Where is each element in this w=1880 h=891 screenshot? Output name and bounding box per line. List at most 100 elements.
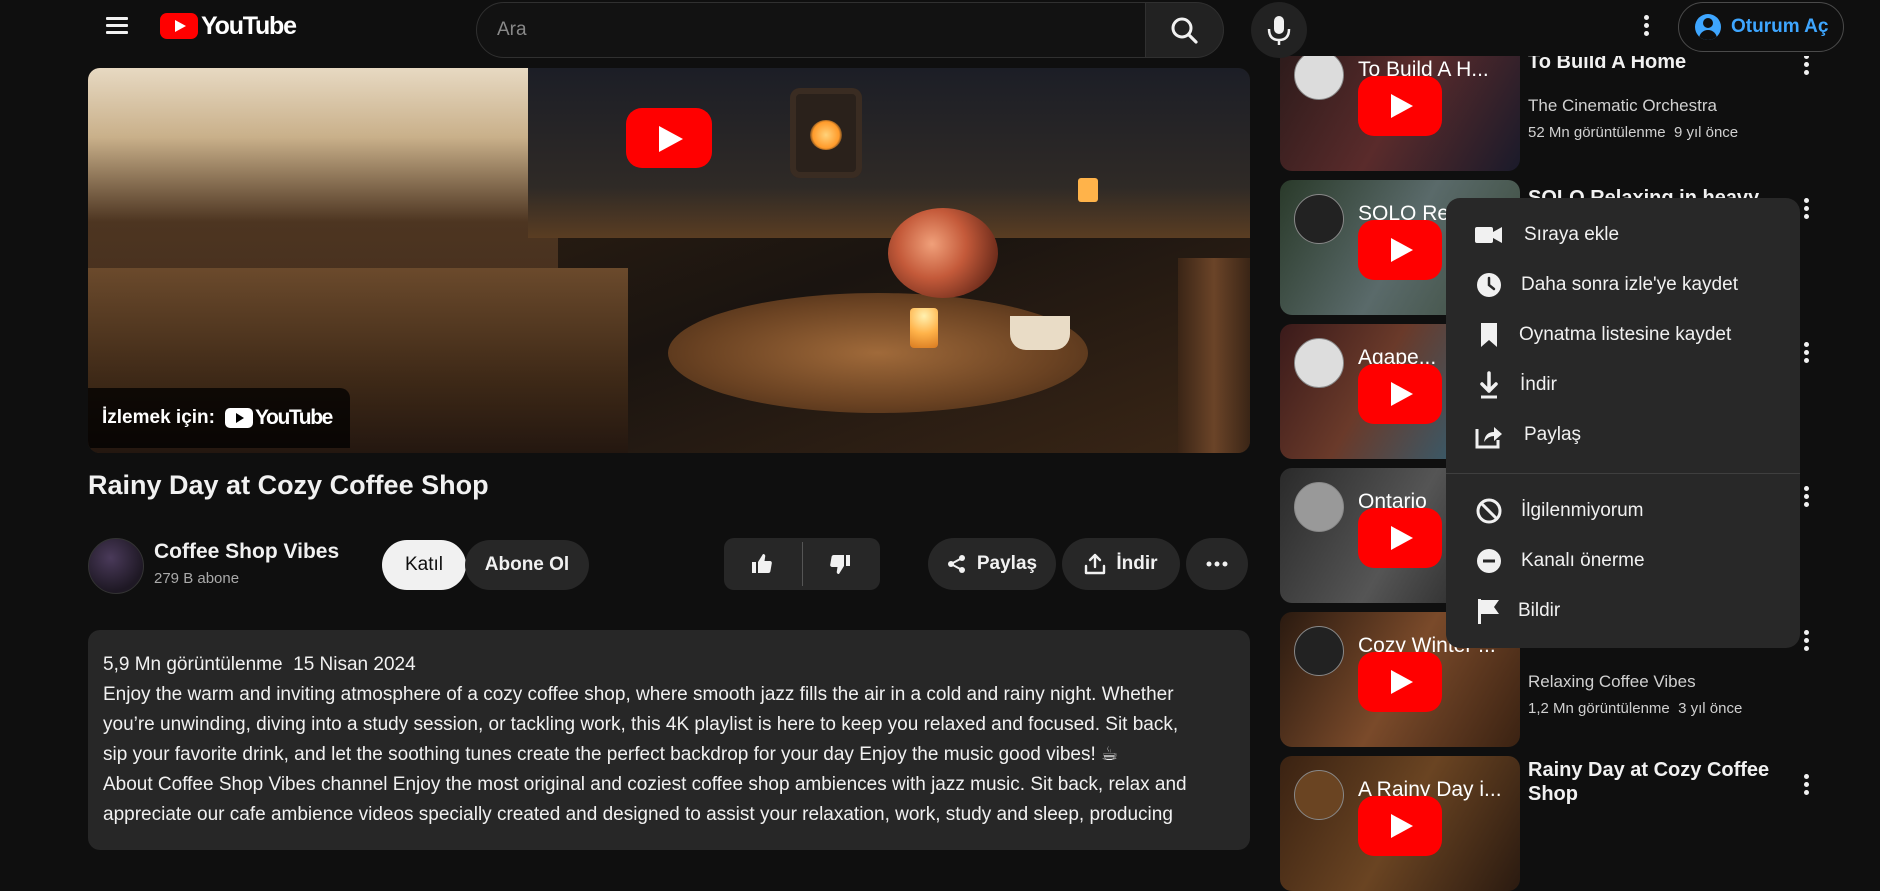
description-line: About Coffee Shop Vibes channel Enjoy th… xyxy=(103,774,1187,795)
menu-item-label: Daha sonra izle'ye kaydet xyxy=(1521,274,1738,295)
search-icon xyxy=(1171,17,1198,44)
menu-item-report[interactable]: Bildir xyxy=(1446,586,1800,636)
menu-item-download[interactable]: İndir xyxy=(1446,360,1800,410)
menu-item-label: Sıraya ekle xyxy=(1524,224,1620,245)
logo-text: YouTube xyxy=(201,11,297,40)
menu-item-share[interactable]: Paylaş xyxy=(1446,410,1800,460)
recommendation-item[interactable]: To Build A H... To Build A Home The Cine… xyxy=(1280,36,1840,171)
more-actions-button[interactable] xyxy=(1186,538,1248,590)
watch-on-label: İzlemek için: xyxy=(102,407,215,428)
download-button[interactable]: İndir xyxy=(1062,538,1180,590)
top-bar: YouTube Oturum Aç xyxy=(0,0,1880,58)
download-icon xyxy=(1085,553,1106,575)
view-count: 5,9 Mn görüntülenme xyxy=(103,654,283,675)
description-line: sip your favorite drink, and let the soo… xyxy=(103,744,1119,765)
subscriber-count: 279 B abone xyxy=(154,570,240,587)
channel-avatar[interactable] xyxy=(88,538,144,594)
channel-avatar xyxy=(1294,338,1344,388)
view-count: 52 Mn görüntülenme xyxy=(1528,124,1666,141)
menu-item-dont-recommend-channel[interactable]: Kanalı önerme xyxy=(1446,536,1800,586)
more-options-icon[interactable] xyxy=(1802,486,1810,510)
youtube-logo-icon xyxy=(160,13,198,39)
recommendation-channel[interactable]: Relaxing Coffee Vibes xyxy=(1528,672,1696,692)
channel-name[interactable]: Coffee Shop Vibes xyxy=(154,540,339,564)
description-meta: 5,9 Mn görüntülenme 15 Nisan 2024 xyxy=(103,650,1235,680)
youtube-logo[interactable]: YouTube xyxy=(160,11,297,40)
voice-search-button[interactable] xyxy=(1251,2,1307,58)
context-menu: Sıraya ekle Daha sonra izle'ye kaydet Oy… xyxy=(1446,198,1800,648)
menu-item-label: İndir xyxy=(1520,374,1557,395)
play-button-icon[interactable] xyxy=(1358,76,1442,136)
play-button-icon[interactable] xyxy=(1358,796,1442,856)
thumbnail-art xyxy=(790,88,862,178)
watch-on-logo-text: YouTube xyxy=(255,406,333,429)
play-button-icon[interactable] xyxy=(1358,652,1442,712)
play-button-icon[interactable] xyxy=(1358,508,1442,568)
download-label: İndir xyxy=(1116,553,1158,574)
upload-age: 9 yıl önce xyxy=(1673,124,1739,141)
account-icon xyxy=(1695,14,1721,40)
description-box[interactable]: 5,9 Mn görüntülenme 15 Nisan 2024 Enjoy … xyxy=(88,630,1250,850)
channel-avatar xyxy=(1294,770,1344,820)
clock-icon xyxy=(1477,273,1501,297)
menu-item-label: Kanalı önerme xyxy=(1521,550,1645,571)
menu-item-watch-later[interactable]: Daha sonra izle'ye kaydet xyxy=(1446,260,1800,310)
block-icon xyxy=(1476,498,1502,524)
channel-avatar xyxy=(1294,482,1344,532)
upload-age: 3 yıl önce xyxy=(1678,700,1743,717)
more-options-icon[interactable] xyxy=(1802,774,1810,798)
channel-avatar xyxy=(1294,626,1344,676)
thumbnail-art xyxy=(1010,316,1070,350)
youtube-logo-icon xyxy=(225,408,253,428)
search-box xyxy=(476,2,1146,58)
share-label: Paylaş xyxy=(976,553,1038,574)
watch-on-youtube-link[interactable]: İzlemek için: YouTube xyxy=(88,388,350,448)
more-options-icon[interactable] xyxy=(1802,198,1810,222)
queue-icon xyxy=(1475,227,1502,243)
menu-divider xyxy=(1446,473,1800,474)
recommendation-meta: 1,2 Mn görüntülenme 3 yıl önce xyxy=(1528,700,1742,717)
play-button-icon[interactable] xyxy=(1358,364,1442,424)
video-title: Rainy Day at Cozy Coffee Shop xyxy=(88,470,489,500)
more-options-icon[interactable] xyxy=(1802,54,1810,78)
youtube-mini-logo: YouTube xyxy=(225,406,333,430)
share-icon xyxy=(947,555,965,573)
recommendation-thumbnail[interactable]: A Rainy Day i... xyxy=(1280,756,1520,891)
like-icon[interactable] xyxy=(750,552,774,576)
recommendation-item[interactable]: A Rainy Day i... Rainy Day at Cozy Coffe… xyxy=(1280,756,1840,891)
thumbnail-art xyxy=(910,308,938,348)
bookmark-icon xyxy=(1481,323,1497,347)
more-horizontal-icon xyxy=(1206,561,1228,567)
sign-in-label: Oturum Aç xyxy=(1731,16,1829,37)
microphone-icon xyxy=(1267,16,1291,45)
recommendation-title[interactable]: Rainy Day at Cozy Coffee Shop xyxy=(1528,758,1798,806)
search-input[interactable] xyxy=(497,3,1117,57)
menu-item-not-interested[interactable]: İlgilenmiyorum xyxy=(1446,486,1800,536)
menu-item-add-to-queue[interactable]: Sıraya ekle xyxy=(1446,210,1800,260)
play-button-icon[interactable] xyxy=(626,108,712,168)
subscribe-button[interactable]: Abone Ol xyxy=(465,540,589,590)
video-player[interactable]: İzlemek için: YouTube xyxy=(88,68,1250,453)
recommendation-thumbnail[interactable]: To Build A H... xyxy=(1280,36,1520,171)
search-button[interactable] xyxy=(1146,2,1224,58)
thumbnail-art xyxy=(1078,178,1098,202)
share-icon xyxy=(1475,427,1502,449)
recommendation-channel[interactable]: The Cinematic Orchestra xyxy=(1528,96,1717,116)
share-button[interactable]: Paylaş xyxy=(928,538,1056,590)
thumbnail-art xyxy=(668,293,1088,413)
description-line: Enjoy the warm and inviting atmosphere o… xyxy=(103,684,1174,705)
menu-item-label: Oynatma listesine kaydet xyxy=(1519,324,1732,345)
settings-more-icon[interactable] xyxy=(1642,15,1650,39)
menu-item-save-to-playlist[interactable]: Oynatma listesine kaydet xyxy=(1446,310,1800,360)
sign-in-button[interactable]: Oturum Aç xyxy=(1678,2,1844,52)
join-button[interactable]: Katıl xyxy=(382,540,466,590)
menu-icon[interactable] xyxy=(104,14,132,38)
thumbnail-art xyxy=(1178,258,1250,453)
view-count: 1,2 Mn görüntülenme xyxy=(1528,700,1670,717)
dislike-icon[interactable] xyxy=(828,552,852,576)
more-options-icon[interactable] xyxy=(1802,342,1810,366)
channel-avatar xyxy=(1294,194,1344,244)
play-button-icon[interactable] xyxy=(1358,220,1442,280)
thumbnail-art xyxy=(888,208,998,298)
more-options-icon[interactable] xyxy=(1802,630,1810,654)
